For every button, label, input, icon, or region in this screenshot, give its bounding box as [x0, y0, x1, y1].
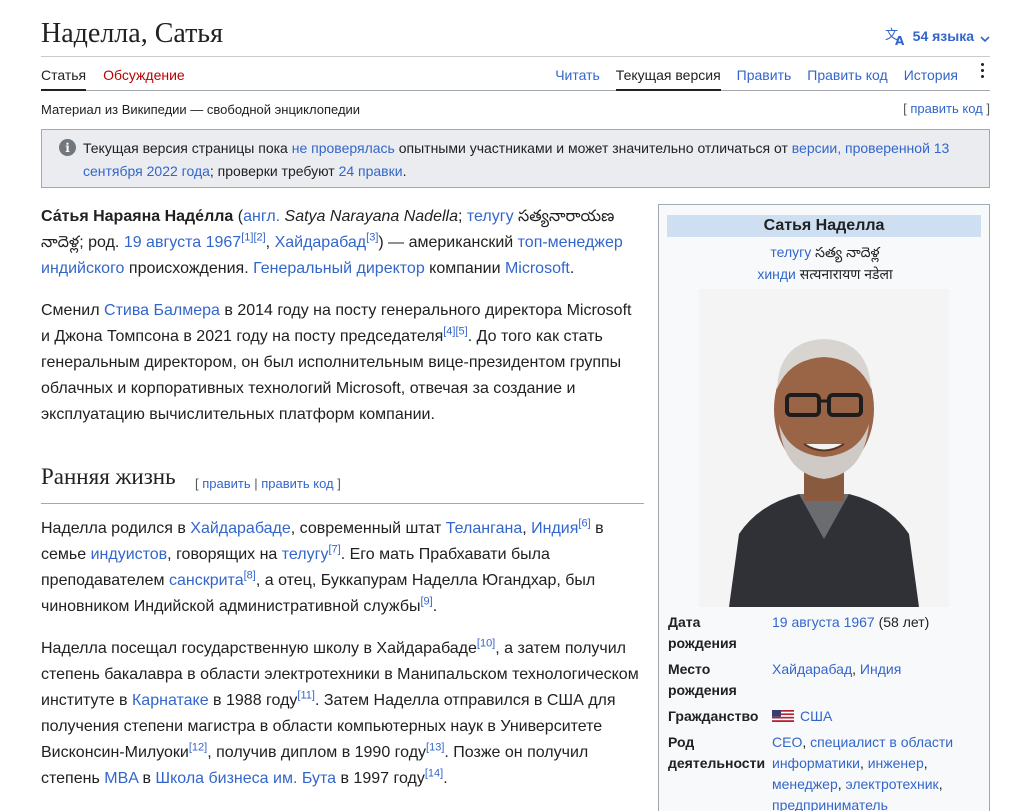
- us-flag-icon: [772, 707, 794, 722]
- infobox-link-electrical-engineer[interactable]: электротехник: [846, 776, 939, 792]
- link-india[interactable]: Индия: [531, 520, 578, 537]
- infobox-link-manager[interactable]: менеджер: [772, 776, 838, 792]
- link-indian[interactable]: индийского: [41, 260, 124, 277]
- ref-9[interactable]: [9]: [420, 596, 432, 608]
- link-mba[interactable]: MBA: [104, 770, 138, 787]
- paragraph-4: Наделла посещал государственную школу в …: [41, 637, 639, 787]
- tagline-row: Материал из Википедии — свободной энцикл…: [41, 101, 990, 120]
- chevron-down-icon: [980, 31, 990, 43]
- ref-14[interactable]: [14]: [425, 768, 443, 780]
- infobox-link-india[interactable]: Индия: [860, 661, 901, 677]
- ref-5[interactable]: [5]: [455, 326, 467, 338]
- tab-edit-source[interactable]: Править код: [807, 57, 887, 91]
- infobox-link-birth-date[interactable]: 19 августа 1967: [772, 614, 875, 630]
- infobox-row-citizenship: Гражданство США: [668, 707, 833, 724]
- pending-changes-notice: i Текущая версия страницы пока не провер…: [41, 129, 990, 188]
- link-hyderabad[interactable]: Хайдарабад: [275, 234, 367, 251]
- link-birth-date[interactable]: 19 августа 1967: [124, 234, 241, 251]
- portrait-photo[interactable]: [699, 289, 949, 607]
- edit-source-top: [ править код ]: [903, 101, 990, 116]
- infobox-link-hyderabad[interactable]: Хайдарабад: [772, 661, 852, 677]
- infobox-native-names: телугу సత్య నాదెళ్ల хинди सत्यनारायण नडे…: [757, 244, 893, 282]
- ref-6[interactable]: [6]: [578, 518, 590, 530]
- tab-read[interactable]: Читать: [555, 57, 600, 91]
- infobox-link-hindi[interactable]: хинди: [757, 266, 796, 282]
- ref-12[interactable]: [12]: [189, 742, 207, 754]
- infobox-link-entrepreneur[interactable]: предприниматель: [772, 797, 888, 811]
- notice-link-unchecked[interactable]: не проверялась: [292, 140, 395, 156]
- infobox-rows: Дата рождения 19 августа 1967 (58 лет) М…: [668, 612, 984, 811]
- link-top-manager[interactable]: топ-менеджер: [518, 234, 623, 251]
- link-microsoft[interactable]: Microsoft: [505, 260, 570, 277]
- article-body: Са́тья Нараяна Наде́лла (англ. Satya Nar…: [41, 204, 644, 808]
- tab-article[interactable]: Статья: [41, 57, 87, 91]
- section-edit-source-link[interactable]: править код: [261, 476, 333, 491]
- notice-text: Текущая версия страницы пока не проверял…: [83, 140, 950, 179]
- page-title: Наделла, Сатья: [41, 18, 223, 49]
- section-heading-early-life: Ранняя жизнь [ править | править код ]: [41, 464, 644, 504]
- svg-text:A: A: [895, 34, 905, 46]
- infobox-row-birth-place: Место рождения Хайдарабад, Индия: [668, 661, 902, 698]
- ref-10[interactable]: [10]: [477, 638, 495, 650]
- link-english[interactable]: англ.: [243, 208, 280, 225]
- link-telangana[interactable]: Телангана: [446, 520, 522, 537]
- notice-link-pending-edits[interactable]: 24 правки: [339, 163, 403, 179]
- language-count: 54 языка: [912, 28, 974, 44]
- intro-paragraph: Са́тья Нараяна Наде́лла (англ. Satya Nar…: [41, 208, 623, 277]
- ref-3[interactable]: [3]: [366, 232, 378, 244]
- link-karnataka[interactable]: Карнатаке: [132, 692, 209, 709]
- link-booth-school[interactable]: Школа бизнеса им. Бута: [155, 770, 336, 787]
- tab-talk[interactable]: Обсуждение: [103, 57, 185, 91]
- ref-7[interactable]: [7]: [328, 544, 340, 556]
- infobox-row-occupation: Род деятельности CEO, специалист в облас…: [668, 734, 954, 811]
- ref-1[interactable]: [1]: [241, 232, 253, 244]
- subject-name: Са́тья Нараяна Наде́лла: [41, 208, 234, 225]
- link-sanskrit[interactable]: санскрита: [169, 572, 244, 589]
- section-edit-link[interactable]: править: [202, 476, 250, 491]
- link-ballmer[interactable]: Стива Балмера: [104, 302, 220, 319]
- language-button[interactable]: 文A 54 языка: [885, 26, 990, 46]
- paragraph-2: Сменил Стива Балмера в 2014 году на пост…: [41, 302, 632, 423]
- tab-edit[interactable]: Править: [737, 57, 792, 91]
- ref-8[interactable]: [8]: [244, 570, 256, 582]
- infobox-link-telugu[interactable]: телугу: [770, 244, 811, 260]
- link-telugu-2[interactable]: телугу: [282, 546, 329, 563]
- infobox-link-usa[interactable]: США: [800, 708, 832, 724]
- section-edit-links: [ править | править код ]: [195, 476, 341, 491]
- infobox: Сатья Наделла телугу సత్య నాదెళ్ల хинди …: [658, 204, 990, 811]
- title-row: Наделла, Сатья 文A 54 языка: [41, 18, 990, 56]
- infobox-row-birth-date: Дата рождения 19 августа 1967 (58 лет): [668, 614, 930, 651]
- infobox-link-engineer[interactable]: инженер: [868, 755, 924, 771]
- infobox-link-ceo[interactable]: CEO: [772, 734, 802, 750]
- link-hindus[interactable]: индуистов: [91, 546, 168, 563]
- site-tagline: Материал из Википедии — свободной энцикл…: [41, 102, 361, 117]
- translate-icon: 文A: [885, 26, 907, 46]
- ref-11[interactable]: [11]: [297, 690, 315, 702]
- infobox-title: Сатья Наделла: [667, 215, 981, 237]
- ref-2[interactable]: [2]: [253, 232, 265, 244]
- link-ceo[interactable]: Генеральный директор: [253, 260, 425, 277]
- ref-13[interactable]: [13]: [426, 742, 444, 754]
- link-telugu[interactable]: телугу: [467, 208, 514, 225]
- paragraph-3: Наделла родился в Хайдарабаде, современн…: [41, 517, 604, 615]
- link-hyderabad-2[interactable]: Хайдарабаде: [190, 520, 290, 537]
- ref-4[interactable]: [4]: [443, 326, 455, 338]
- tab-history[interactable]: История: [904, 57, 958, 91]
- edit-source-top-link[interactable]: править код: [910, 101, 982, 116]
- page-tabs: Статья Обсуждение Читать Текущая версия …: [41, 56, 990, 91]
- more-vertical-icon[interactable]: [974, 57, 990, 91]
- info-icon: i: [59, 139, 76, 156]
- tab-current-version[interactable]: Текущая версия: [615, 57, 721, 91]
